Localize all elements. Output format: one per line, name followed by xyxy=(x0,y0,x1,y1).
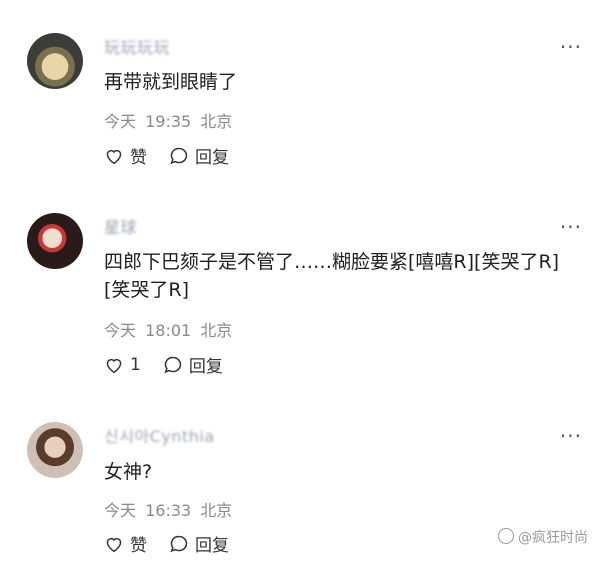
reply-button[interactable]: 回复 xyxy=(169,143,229,168)
reply-label: 回复 xyxy=(188,357,223,377)
comment-text: 女神? xyxy=(104,461,153,483)
more-options-icon[interactable]: ··· xyxy=(560,217,582,237)
username[interactable]: 신시아Cynthia xyxy=(104,423,215,447)
username[interactable]: 星球 xyxy=(104,214,137,238)
avatar[interactable] xyxy=(27,213,83,269)
like-count: 1 xyxy=(130,354,141,375)
reply-label: 回复 xyxy=(195,148,229,168)
like-button[interactable]: 1 xyxy=(104,355,141,375)
more-options-icon[interactable]: ··· xyxy=(560,37,582,57)
comment-location: 北京 xyxy=(200,501,233,520)
like-label: 赞 xyxy=(130,148,147,168)
comment-text: 四郎下巴颏子是不管了……糊脸要紧[嘻嘻R][笑哭了R][笑哭了R] xyxy=(104,251,560,301)
comment-time: 今天 16:33 xyxy=(104,501,192,520)
watermark-logo-icon xyxy=(498,528,514,544)
heart-icon xyxy=(106,537,122,552)
comment-meta: 今天 19:35 北京 xyxy=(104,108,232,132)
comment-actions: 赞 回复 xyxy=(104,531,251,556)
like-label: 赞 xyxy=(130,536,147,556)
comment-actions: 1 回复 xyxy=(104,352,245,377)
avatar[interactable] xyxy=(27,422,83,478)
username[interactable]: 玩玩玩玩 xyxy=(104,34,170,58)
comment-location: 北京 xyxy=(200,321,233,340)
watermark-text: @疯狂时尚 xyxy=(518,530,588,546)
comment-time: 今天 18:01 xyxy=(104,321,192,340)
like-button[interactable]: 赞 xyxy=(104,143,147,168)
reply-bubble-icon xyxy=(170,147,188,165)
reply-bubble-icon xyxy=(170,535,188,553)
comment-text: 再带就到眼睛了 xyxy=(104,71,238,93)
comment-actions: 赞 回复 xyxy=(104,143,251,168)
heart-icon xyxy=(106,358,122,373)
heart-icon xyxy=(106,149,122,164)
comment-meta: 今天 18:01 北京 xyxy=(104,317,232,341)
reply-button[interactable]: 回复 xyxy=(169,531,229,556)
comment-meta: 今天 16:33 北京 xyxy=(104,497,232,521)
reply-label: 回复 xyxy=(195,536,229,556)
reply-bubble-icon xyxy=(164,356,181,374)
like-button[interactable]: 赞 xyxy=(104,531,147,556)
avatar[interactable] xyxy=(27,33,83,89)
comment-time: 今天 19:35 xyxy=(104,112,192,131)
more-options-icon[interactable]: ··· xyxy=(560,426,582,446)
watermark: @疯狂时尚 xyxy=(498,527,588,547)
comment-location: 北京 xyxy=(200,112,233,131)
reply-button[interactable]: 回复 xyxy=(163,352,223,377)
